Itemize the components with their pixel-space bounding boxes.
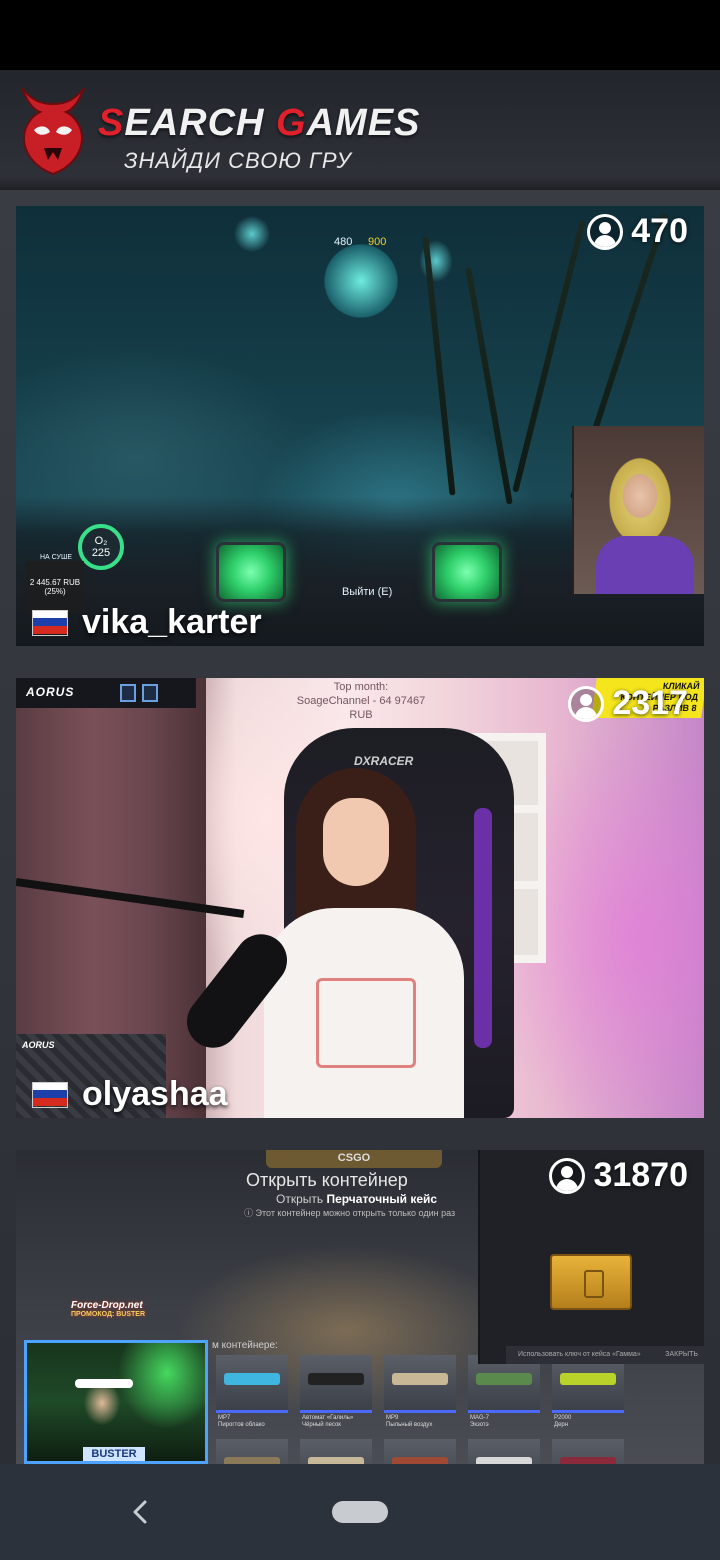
board-brand: AORUS — [22, 1040, 55, 1050]
streamer-name: vika_karter — [82, 603, 262, 641]
chair-brand-text: DXRACER — [354, 754, 414, 768]
app-subtitle: ЗНАЙДИ СВОЮ ГРУ — [124, 148, 352, 173]
weapon-tile — [552, 1439, 624, 1464]
hud-oxygen-gauge: O₂ 225 — [78, 524, 124, 570]
weapon-tile — [216, 1439, 288, 1464]
weapon-tile: Автомат «Галиль» Чёрный песок — [300, 1355, 372, 1428]
stream-thumbnail: DXRACER AORUS Top month: SoageChannel - … — [16, 678, 704, 1118]
case-subtitle: Открыть Перчаточный кейс — [276, 1192, 438, 1206]
case-contents-label: м контейнере: — [212, 1340, 278, 1351]
status-bar — [0, 0, 720, 70]
app-title: SEARCH GAMES — [98, 102, 421, 144]
back-chevron-icon[interactable] — [128, 1494, 152, 1530]
sonar-panel-left — [216, 542, 286, 602]
case-note: ⓘ Этот контейнер можно открыть только од… — [244, 1208, 456, 1218]
stream-thumbnail: 480 900 Выйти (E) НА СУШЕ O₂ 225 2 445.6… — [16, 206, 704, 646]
viewer-count: 2317 — [568, 684, 688, 723]
weapon-tile: MP9 Пыльный воздух — [384, 1355, 456, 1428]
sponsor-strip: AORUS — [16, 678, 196, 708]
crate-top: CSGO — [266, 1150, 442, 1168]
viewer-user-icon — [568, 685, 605, 722]
stream-card-vika-karter[interactable]: 480 900 Выйти (E) НА СУШЕ O₂ 225 2 445.6… — [16, 206, 704, 646]
chip-icon — [142, 684, 158, 702]
app-header: SEARCH GAMES ЗНАЙДИ СВОЮ ГРУ — [0, 70, 720, 190]
streamer-webcam — [572, 426, 704, 594]
weapon-tile — [468, 1439, 540, 1464]
demon-skull-logo-icon — [21, 87, 85, 176]
hud-depth-right: 900 — [368, 236, 387, 248]
weapon-tile: MP7 Пирогтов облако — [216, 1355, 288, 1428]
weapon-tile — [384, 1439, 456, 1464]
streamer-face — [323, 798, 389, 886]
chip-icon — [120, 684, 136, 702]
stream-card-olyashaa[interactable]: DXRACER AORUS Top month: SoageChannel - … — [16, 678, 704, 1118]
viewer-count-value: 31870 — [593, 1156, 688, 1194]
hud-surface-label: НА СУШЕ — [40, 554, 73, 561]
russia-flag-icon — [32, 1081, 68, 1108]
streamer-info: vika_karter — [32, 603, 262, 642]
stream-card-buster[interactable]: CSGO Открыть контейнер Открыть Перчаточн… — [16, 1150, 704, 1464]
streamer-info: olyashaa — [32, 1075, 228, 1114]
streamer-name: olyashaa — [82, 1075, 228, 1113]
shirt-print — [316, 978, 416, 1068]
case-title: Открыть контейнер — [246, 1170, 408, 1190]
stream-feed: 480 900 Выйти (E) НА СУШЕ O₂ 225 2 445.6… — [0, 190, 720, 1464]
viewer-user-icon — [587, 213, 624, 250]
weapon-grid: MP7 Пирогтов облако Автомат «Галиль» Чёрны… — [216, 1355, 626, 1464]
viewer-count-value: 470 — [631, 212, 688, 250]
top-donor: Top month: SoageChannel - 64 97467 RUB — [296, 681, 426, 721]
sonar-panel-right — [432, 542, 502, 602]
streamer-webcam: BUSTER — [24, 1340, 208, 1464]
key-bar: Использовать ключ от кейса «Гамма» ЗАКРЫ… — [506, 1346, 704, 1364]
viewer-count: 470 — [587, 212, 688, 251]
sponsor-brand: AORUS — [26, 685, 75, 699]
viewer-count: 31870 — [549, 1156, 688, 1195]
webcam-nameplate: BUSTER — [83, 1447, 145, 1461]
stream-thumbnail: CSGO Открыть контейнер Открыть Перчаточн… — [16, 1150, 704, 1464]
home-pill-icon[interactable] — [332, 1501, 388, 1523]
russia-flag-icon — [32, 609, 68, 636]
weapon-tile — [300, 1439, 372, 1464]
hud-exit-hint: Выйти (E) — [342, 586, 393, 598]
case-box-icon — [550, 1254, 632, 1310]
system-nav-bar — [0, 1464, 720, 1560]
viewer-count-value: 2317 — [612, 684, 688, 722]
viewer-user-icon — [549, 1157, 586, 1194]
hud-depth-left: 480 — [334, 236, 353, 248]
sponsor-logo: Force-Drop.net ПРОМОКОД: BUSTER — [71, 1300, 145, 1318]
